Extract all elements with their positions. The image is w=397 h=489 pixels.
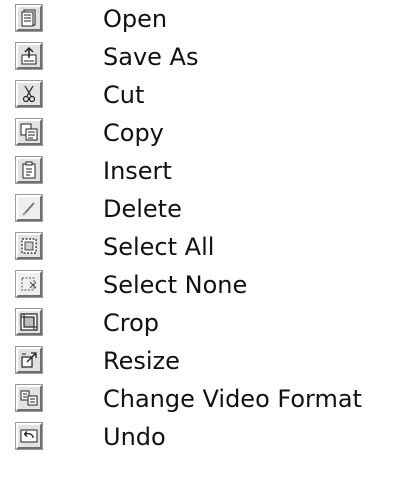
command-label-resize: Resize [103,347,180,375]
command-resize: Resize [0,345,397,383]
undo-icon[interactable] [16,423,42,449]
save-as-icon[interactable] [16,43,42,69]
command-label-delete: Delete [103,195,182,223]
command-label-select-none: Select None [103,271,248,299]
command-label-change-video-format: Change Video Format [103,385,362,413]
command-label-select-all: Select All [103,233,215,261]
command-list: Open Save As Cut Copy Insert Delete Sele… [0,0,397,489]
command-copy: Copy [0,117,397,155]
select-none-icon[interactable] [16,271,42,297]
command-crop: Crop [0,307,397,345]
command-change-video-format: Change Video Format [0,383,397,421]
command-label-save-as: Save As [103,43,199,71]
command-cut: Cut [0,79,397,117]
command-select-all: Select All [0,231,397,269]
select-all-icon[interactable] [16,233,42,259]
command-label-crop: Crop [103,309,160,337]
command-undo: Undo [0,421,397,459]
command-save-as: Save As [0,41,397,79]
command-label-undo: Undo [103,423,166,451]
command-insert: Insert [0,155,397,193]
resize-icon[interactable] [16,347,42,373]
command-label-insert: Insert [103,157,172,185]
change-video-format-icon[interactable] [16,385,42,411]
command-delete: Delete [0,193,397,231]
copy-icon[interactable] [16,119,42,145]
command-select-none: Select None [0,269,397,307]
command-open: Open [0,3,397,41]
cut-icon[interactable] [16,81,42,107]
command-label-copy: Copy [103,119,164,147]
command-label-open: Open [103,5,168,33]
delete-icon[interactable] [16,195,42,221]
crop-icon[interactable] [16,309,42,335]
insert-icon[interactable] [16,157,42,183]
open-icon[interactable] [16,5,42,31]
command-label-cut: Cut [103,81,145,109]
